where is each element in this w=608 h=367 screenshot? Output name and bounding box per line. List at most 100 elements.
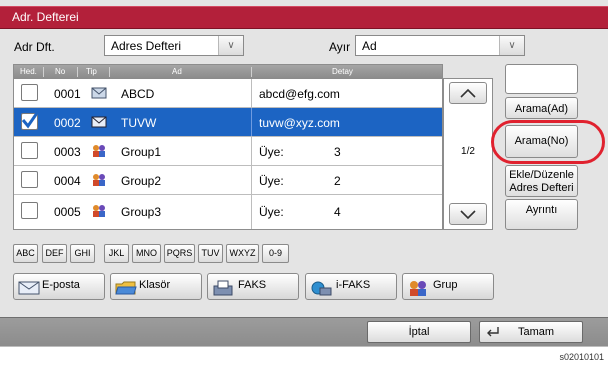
table-row[interactable]: 0001 ABCD abcd@efg.com	[14, 79, 442, 108]
cancel-label: İptal	[408, 326, 430, 338]
email-type-label: E-posta	[42, 279, 80, 291]
highlight-ring	[491, 120, 605, 164]
column-divider	[251, 166, 252, 194]
row-member-count: 4	[334, 205, 341, 219]
envelope-icon	[18, 281, 40, 295]
address-book-panel: Adr. Defterei Adr Dft. Adres Defteri ∨ A…	[0, 0, 608, 347]
chevron-down-icon: ∨	[218, 36, 243, 55]
email-type-button[interactable]: E-posta	[13, 273, 105, 300]
source-label: Adr Dft.	[14, 40, 55, 54]
sort-label: Ayır	[329, 40, 351, 54]
list-header: Hed. No Tip Ad Detay	[14, 65, 442, 79]
search-field[interactable]	[505, 64, 578, 94]
alpha-key-jkl[interactable]: JKL	[104, 244, 129, 263]
alpha-key-mno[interactable]: MNO	[132, 244, 161, 263]
table-row[interactable]: 0003 Group1 Üye: 3	[14, 137, 442, 166]
row-detail: Üye:	[259, 174, 284, 188]
row-name: Group1	[121, 145, 162, 159]
detail-button[interactable]: Ayrıntı	[505, 199, 578, 230]
folder-type-button[interactable]: Klasör	[110, 273, 202, 300]
row-detail: tuvw@xyz.com	[259, 116, 340, 130]
alpha-key-def[interactable]: DEF	[42, 244, 67, 263]
row-name: Group2	[121, 174, 162, 188]
table-row[interactable]: 0004 Group2 Üye: 2	[14, 166, 442, 195]
group-type-button[interactable]: Grup	[402, 273, 494, 300]
row-number: 0003	[54, 145, 81, 159]
group-icon	[410, 281, 426, 296]
cancel-button[interactable]: İptal	[367, 321, 471, 343]
header-no: No	[55, 67, 66, 76]
search-name-label: Arama(Ad)	[514, 103, 569, 115]
title-bar: Adr. Defterei	[0, 6, 608, 29]
chevron-up-icon	[460, 88, 476, 98]
row-name: Group3	[121, 205, 162, 219]
table-row[interactable]: 0005 Group3 Üye: 4	[14, 195, 442, 229]
header-separator	[43, 67, 44, 77]
row-checkbox-checked[interactable]	[21, 112, 38, 130]
edit-address-book-button[interactable]: Ekle/Düzenle Adres Defteri	[505, 165, 578, 197]
alpha-key-tuv[interactable]: TUV	[198, 244, 223, 263]
chevron-down-icon	[460, 210, 476, 220]
row-name: ABCD	[121, 87, 155, 101]
sort-dropdown[interactable]: Ad ∨	[355, 35, 525, 56]
sort-dropdown-value: Ad	[362, 39, 377, 53]
fax-icon	[213, 280, 233, 296]
row-detail: Üye:	[259, 145, 284, 159]
ifax-type-label: i-FAKS	[336, 279, 371, 291]
address-list: Hed. No Tip Ad Detay 0001 ABCD abcd@efg.…	[13, 64, 443, 230]
group-type-label: Grup	[433, 279, 458, 291]
checkmark-icon	[21, 112, 38, 129]
enter-icon	[487, 327, 499, 337]
edit-label-line2: Adres Defteri	[509, 182, 574, 194]
column-divider	[251, 195, 252, 229]
alpha-key-pqrs[interactable]: PQRS	[164, 244, 195, 263]
column-divider	[251, 137, 252, 165]
folder-type-label: Klasör	[139, 279, 171, 291]
window-title: Adr. Defterei	[12, 10, 79, 24]
ifax-type-button[interactable]: i-FAKS	[305, 273, 397, 300]
scroll-down-button[interactable]	[449, 203, 487, 225]
edit-label-line1: Ekle/Düzenle	[509, 169, 574, 181]
group-icon	[93, 205, 105, 217]
header-separator	[251, 67, 252, 77]
bottom-bar: İptal Tamam	[0, 317, 608, 346]
column-divider	[251, 108, 252, 136]
page-indicator: 1/2	[461, 146, 475, 157]
row-checkbox[interactable]	[21, 142, 38, 159]
list-scroller: 1/2	[443, 78, 493, 230]
row-detail: abcd@efg.com	[259, 87, 340, 101]
search-name-button[interactable]: Arama(Ad)	[505, 97, 578, 119]
row-number: 0005	[54, 205, 81, 219]
fax-type-label: FAKS	[238, 279, 267, 291]
header-name: Ad	[172, 67, 182, 76]
header-type: Tip	[86, 67, 97, 76]
alpha-key-ghi[interactable]: GHI	[70, 244, 95, 263]
figure-code: s02010101	[559, 352, 604, 362]
row-checkbox[interactable]	[21, 171, 38, 188]
chevron-down-icon: ∨	[499, 36, 524, 55]
group-icon	[93, 145, 105, 157]
alpha-key-abc[interactable]: ABC	[13, 244, 38, 263]
row-checkbox[interactable]	[21, 84, 38, 101]
ok-button[interactable]: Tamam	[479, 321, 583, 343]
column-divider	[251, 79, 252, 107]
row-checkbox[interactable]	[21, 202, 38, 219]
header-check: Hed.	[20, 67, 37, 76]
row-name: TUVW	[121, 116, 157, 130]
row-number: 0004	[54, 174, 81, 188]
source-dropdown-value: Adres Defteri	[111, 39, 182, 53]
source-dropdown[interactable]: Adres Defteri ∨	[104, 35, 244, 56]
header-detail: Detay	[332, 67, 353, 76]
table-row-selected[interactable]: 0002 TUVW tuvw@xyz.com	[14, 108, 442, 137]
alpha-key-wxyz[interactable]: WXYZ	[226, 244, 259, 263]
header-separator	[109, 67, 110, 77]
envelope-icon	[91, 116, 107, 128]
envelope-icon	[91, 87, 107, 99]
row-member-count: 2	[334, 174, 341, 188]
ifax-icon	[311, 281, 332, 296]
row-number: 0002	[54, 116, 81, 130]
alpha-key-digits[interactable]: 0-9	[262, 244, 289, 263]
fax-type-button[interactable]: FAKS	[207, 273, 299, 300]
scroll-up-button[interactable]	[449, 82, 487, 104]
header-separator	[77, 67, 78, 77]
